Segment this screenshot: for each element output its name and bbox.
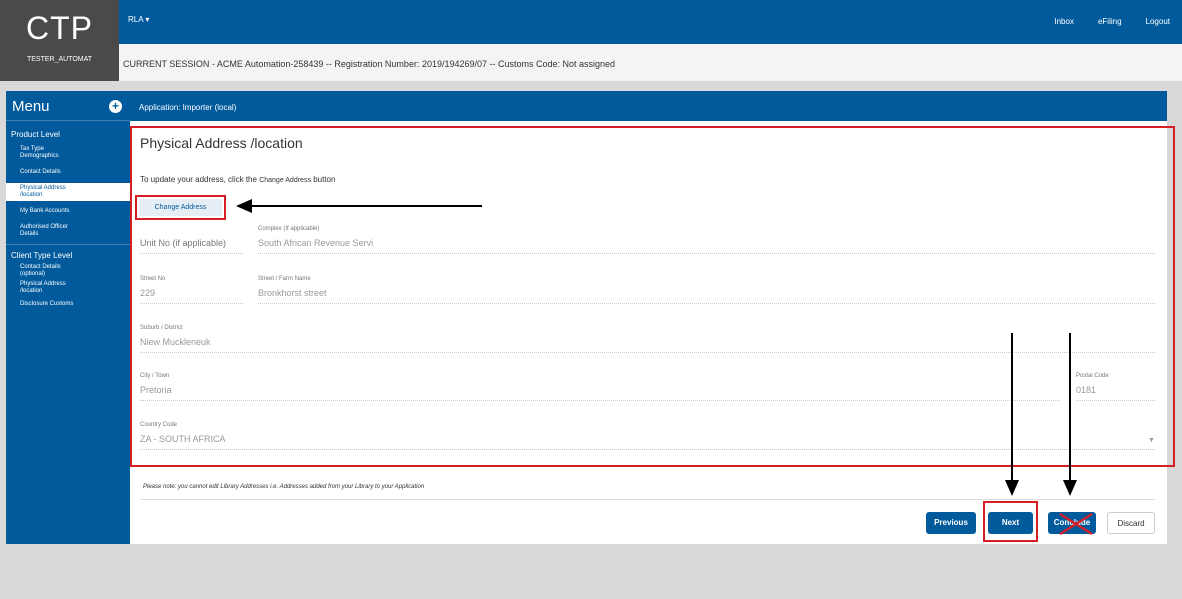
change-address-button[interactable]: Change Address (139, 199, 222, 216)
rla-dropdown[interactable]: RLA ▾ (128, 15, 149, 24)
city-value: Pretoria (140, 385, 172, 395)
unit-no-placeholder: Unit No (if applicable) (140, 238, 227, 248)
country-code-label: Country Code (140, 422, 178, 428)
street-name-value: Bronkhorst street (258, 288, 327, 298)
complex-value: South African Revenue Servi (258, 238, 374, 248)
postal-code-value: 0181 (1076, 385, 1097, 395)
sidebar-item-contact-details[interactable]: Contact Details (6, 169, 130, 176)
city-label: City / Town (140, 373, 170, 379)
postal-code-field[interactable]: Postal Code 0181 (1076, 373, 1155, 401)
sidebar-item-authorised-officer[interactable]: Authorised Officer Details (6, 224, 130, 238)
hint-prefix: To update your address, click the (140, 175, 257, 184)
country-code-select[interactable]: Country Code ZA - SOUTH AFRICA (140, 422, 1155, 450)
sidebar-item-tax-type-demographics[interactable]: Tax Type Demographics (6, 146, 130, 160)
button-divider (140, 499, 1155, 500)
annotation-arrow-line (1011, 333, 1013, 483)
logo-title: CTP (26, 10, 93, 46)
sidebar-item-bank-accounts[interactable]: My Bank Accounts (6, 208, 130, 215)
efiling-link[interactable]: eFiling (1098, 17, 1122, 26)
product-level-heading: Product Level (11, 130, 60, 139)
annotation-arrow-line (1069, 333, 1071, 483)
suburb-value: Niew Muckleneuk (140, 337, 211, 347)
logout-link[interactable]: Logout (1146, 17, 1170, 26)
library-address-note: Please note: you cannot edit Library Add… (143, 484, 425, 490)
complex-label: Complex (If applicable) (258, 226, 320, 232)
menu-toggle-icon[interactable]: + (109, 100, 122, 113)
suburb-field[interactable]: Suburb / District Niew Muckleneuk (140, 325, 1155, 353)
client-level-heading: Client Type Level (11, 251, 73, 260)
next-button[interactable]: Next (988, 512, 1033, 534)
menu-header: Menu + (6, 91, 130, 121)
sidebar-menu: Menu + Product Level Tax Type Demographi… (6, 91, 130, 544)
chevron-down-icon[interactable]: ▼ (1148, 437, 1155, 444)
unit-no-field[interactable]: Unit No (if applicable) (140, 226, 243, 254)
annotation-arrow-head (236, 199, 252, 213)
street-name-field[interactable]: Street / Farm Name Bronkhorst street (258, 276, 1155, 304)
street-name-label: Street / Farm Name (258, 276, 311, 282)
change-address-highlight: Change Address (135, 195, 226, 220)
street-no-field[interactable]: Street No 229 (140, 276, 243, 304)
street-no-label: Street No (140, 276, 166, 282)
app-logo: CTP TESTER_AUTOMAT (0, 0, 119, 81)
instruction-text: To update your address, click the Change… (140, 175, 335, 184)
menu-title: Menu (12, 98, 50, 115)
page-title: Physical Address /location (140, 135, 303, 151)
discard-button[interactable]: Discard (1107, 512, 1155, 534)
session-info: CURRENT SESSION - ACME Automation-258439… (119, 44, 1182, 81)
sidebar-item-disclosure-customs[interactable]: Disclosure Customs (6, 301, 130, 308)
current-user: TESTER_AUTOMAT (26, 56, 93, 63)
city-field[interactable]: City / Town Pretoria (140, 373, 1060, 401)
annotation-arrow-head (1005, 480, 1019, 496)
previous-button[interactable]: Previous (926, 512, 976, 534)
country-code-value: ZA - SOUTH AFRICA (140, 434, 226, 444)
street-no-value: 229 (140, 288, 156, 298)
inbox-link[interactable]: Inbox (1054, 17, 1074, 26)
hint-suffix: button (313, 175, 336, 184)
sidebar-item-physical-address[interactable]: Physical Address /location (6, 183, 130, 201)
top-nav-bar: RLA ▾ Inbox eFiling Logout (119, 0, 1182, 44)
hint-button-name: Change Address (259, 177, 311, 184)
complex-field[interactable]: Complex (If applicable) South African Re… (258, 226, 1155, 254)
postal-code-label: Postal Code (1076, 373, 1109, 379)
application-header: Application: Importer (local) (130, 91, 1167, 121)
cross-out-icon (1059, 512, 1093, 536)
sidebar-item-client-physical-address[interactable]: Physical Address /location (6, 281, 130, 295)
suburb-label: Suburb / District (140, 325, 183, 331)
annotation-arrow-head (1063, 480, 1077, 496)
annotation-arrow-line (252, 205, 482, 207)
sidebar-item-client-contact-details[interactable]: Contact Details (optional) (6, 264, 130, 278)
